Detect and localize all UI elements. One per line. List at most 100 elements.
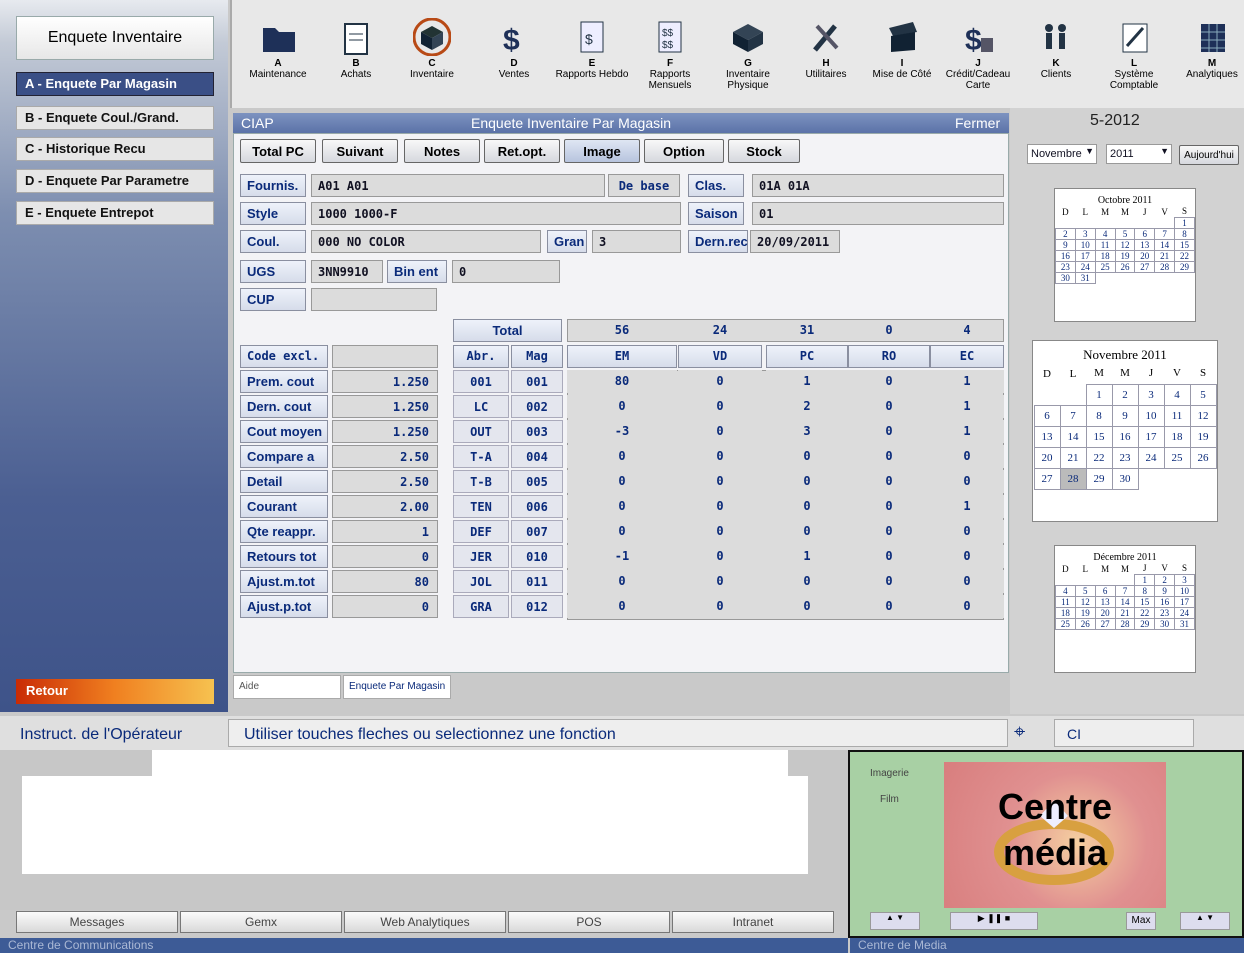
calendar-day[interactable]: 29 [1174, 260, 1195, 273]
table-cell[interactable]: 006 [511, 495, 563, 518]
calendar-day[interactable]: 8 [1134, 584, 1156, 597]
table-cell[interactable]: 010 [511, 545, 563, 568]
calendar-day[interactable]: 3 [1074, 227, 1096, 240]
crosshair-icon[interactable]: ⌖ [1014, 721, 1025, 744]
media-playback-controls[interactable]: ▶ ❚❚ ■ [950, 912, 1038, 930]
table-cell[interactable]: JER [453, 545, 509, 568]
table-cell[interactable]: LC [453, 395, 509, 418]
style-field[interactable]: 1000 1000-F [311, 202, 681, 225]
calendar-day[interactable]: 7 [1059, 404, 1087, 427]
calendar-day[interactable]: 2 [1055, 227, 1076, 240]
calendar-day[interactable]: 26 [1189, 446, 1217, 469]
calendar-day[interactable]: 2 [1154, 573, 1176, 586]
ugs-field[interactable]: 3NN9910 [311, 260, 383, 283]
calendar-day[interactable]: 29 [1134, 617, 1156, 630]
calendar-day[interactable]: 16 [1154, 595, 1176, 608]
calendar-day[interactable]: 26 [1114, 260, 1136, 273]
calendar-day[interactable]: 7 [1114, 584, 1136, 597]
calendar-day[interactable]: 13 [1033, 425, 1061, 448]
calendar-day[interactable]: 5 [1074, 584, 1096, 597]
sidebar-item-c[interactable]: C - Historique Recu [16, 137, 214, 161]
calendar-day[interactable]: 15 [1134, 595, 1156, 608]
calendar-day[interactable]: 21 [1114, 606, 1136, 619]
calendar-day[interactable]: 1 [1085, 383, 1113, 406]
cost-value[interactable]: 80 [332, 570, 438, 593]
calendar-day[interactable]: 2 [1111, 383, 1139, 406]
calendar-day[interactable]: 4 [1094, 227, 1116, 240]
cost-value[interactable]: 2.50 [332, 470, 438, 493]
calendar-day[interactable]: 26 [1074, 617, 1096, 630]
calendar-day[interactable]: 27 [1033, 467, 1061, 490]
toolbar-item-b[interactable]: B Achats [316, 6, 396, 106]
fournis-field[interactable]: A01 A01 [311, 174, 605, 197]
calendar-day[interactable]: 6 [1134, 227, 1156, 240]
calendar-day[interactable]: 19 [1074, 606, 1096, 619]
calendar-day[interactable]: 15 [1174, 238, 1195, 251]
cost-value[interactable] [332, 345, 438, 368]
calendar-day[interactable]: 30 [1154, 617, 1176, 630]
cost-value[interactable]: 1.250 [332, 370, 438, 393]
calendar-day[interactable]: 11 [1055, 595, 1076, 608]
calendar-day[interactable]: 16 [1111, 425, 1139, 448]
calendar-day[interactable]: 19 [1189, 425, 1217, 448]
calendar-day[interactable]: 15 [1085, 425, 1113, 448]
calendar-day[interactable]: 3 [1174, 573, 1195, 586]
toolbar-item-m[interactable]: M Analytiques [1172, 6, 1244, 106]
calendar-day[interactable]: 6 [1033, 404, 1061, 427]
ret-opt-button[interactable]: Ret.opt. [484, 139, 560, 163]
calendar-day[interactable]: 4 [1055, 584, 1076, 597]
calendar-day[interactable]: 27 [1094, 617, 1116, 630]
media-scroll-buttons-right[interactable]: ▲ ▼ [1180, 912, 1230, 930]
toolbar-item-k[interactable]: K Clients [1016, 6, 1096, 106]
calendar-day[interactable]: 31 [1074, 271, 1096, 284]
calendar-day[interactable]: 21 [1059, 446, 1087, 469]
toolbar-item-j[interactable]: $ J Crédit/Cadeau Carte [938, 6, 1018, 106]
table-cell[interactable]: 007 [511, 520, 563, 543]
table-cell[interactable]: 004 [511, 445, 563, 468]
calendar-day[interactable]: 9 [1111, 404, 1139, 427]
dern-rec-field[interactable]: 20/09/2011 [750, 230, 840, 253]
calendar-day[interactable]: 12 [1114, 238, 1136, 251]
cost-value[interactable]: 1.250 [332, 420, 438, 443]
toolbar-item-a[interactable]: A Maintenance [238, 6, 318, 106]
calendar-day[interactable]: 10 [1074, 238, 1096, 251]
calendar-day[interactable]: 8 [1085, 404, 1113, 427]
calendar-day[interactable]: 12 [1189, 404, 1217, 427]
table-cell[interactable]: 005 [511, 470, 563, 493]
toolbar-item-c[interactable]: C Inventaire [392, 6, 472, 106]
calendar-day[interactable]: 1 [1174, 216, 1195, 229]
calendar-day[interactable]: 30 [1055, 271, 1076, 284]
calendar-day[interactable]: 18 [1094, 249, 1116, 262]
sidebar-item-d[interactable]: D - Enquete Par Parametre [16, 169, 214, 193]
tab-aide[interactable]: Aide [233, 675, 341, 699]
calendar-day[interactable]: 10 [1137, 404, 1165, 427]
option-button[interactable]: Option [644, 139, 724, 163]
sidebar-item-e[interactable]: E - Enquete Entrepot [16, 201, 214, 225]
calendar-day[interactable]: 14 [1154, 238, 1176, 251]
today-button[interactable]: Aujourd'hui [1179, 145, 1239, 165]
tab-enquete-par-magasin[interactable]: Enquete Par Magasin [343, 675, 451, 699]
table-cell[interactable]: OUT [453, 420, 509, 443]
calendar-day[interactable]: 17 [1074, 249, 1096, 262]
table-cell[interactable]: JOL [453, 570, 509, 593]
calendar-day[interactable]: 22 [1174, 249, 1195, 262]
toolbar-item-g[interactable]: G Inventaire Physique [708, 6, 788, 106]
media-tab-film[interactable]: Film [880, 794, 899, 805]
calendar-day[interactable]: 14 [1114, 595, 1136, 608]
calendar-day[interactable]: 31 [1174, 617, 1195, 630]
retour-button[interactable]: Retour [16, 679, 214, 704]
calendar-day[interactable]: 20 [1134, 249, 1156, 262]
toolbar-item-f[interactable]: $$ $$ F Rapports Mensuels [630, 6, 710, 106]
stock-button[interactable]: Stock [728, 139, 800, 163]
cost-value[interactable]: 2.50 [332, 445, 438, 468]
calendar-day[interactable]: 28 [1114, 617, 1136, 630]
comm-tab[interactable]: Messages [16, 911, 178, 933]
calendar-day[interactable]: 25 [1094, 260, 1116, 273]
calendar-day[interactable]: 30 [1111, 467, 1139, 490]
total-pc-button[interactable]: Total PC [240, 139, 316, 163]
cup-field[interactable] [311, 288, 437, 311]
cost-value[interactable]: 1 [332, 520, 438, 543]
calendar-day[interactable]: 14 [1059, 425, 1087, 448]
calendar-day[interactable]: 25 [1055, 617, 1076, 630]
toolbar-item-e[interactable]: $ E Rapports Hebdo [552, 6, 632, 106]
